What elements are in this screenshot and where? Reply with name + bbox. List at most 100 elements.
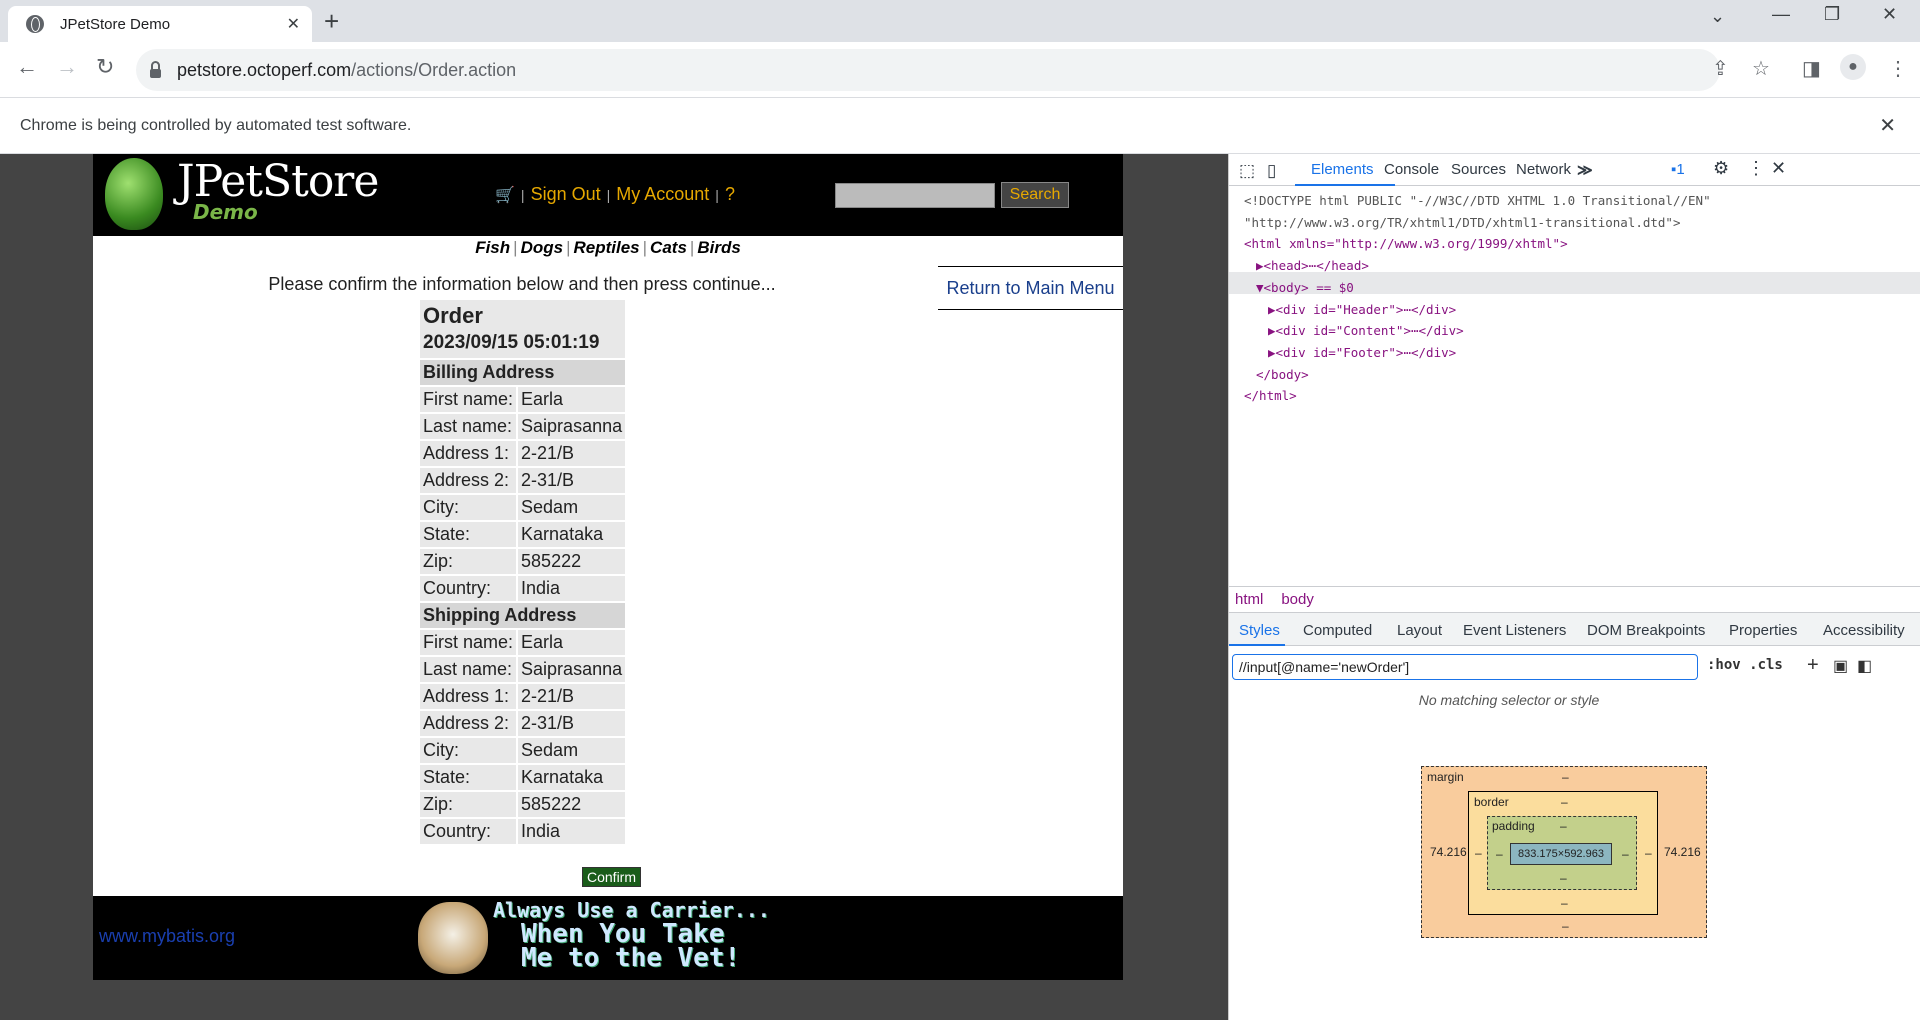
tab-computed[interactable]: Computed <box>1303 622 1372 639</box>
profile-avatar-icon[interactable]: ● <box>1840 54 1866 80</box>
tab-dom-breakpoints[interactable]: DOM Breakpoints <box>1587 622 1705 639</box>
order-field-label: City: <box>420 495 517 520</box>
bookmark-star-icon[interactable]: ☆ <box>1752 56 1770 81</box>
mybatis-link[interactable]: www.mybatis.org <box>99 926 235 947</box>
toggle-sidebar-icon[interactable]: ◧ <box>1857 656 1872 676</box>
padding-top-value: – <box>1560 819 1567 833</box>
dom-node-line[interactable]: ▶<div id="Content">⋯</div> <box>1244 320 1711 342</box>
devtools-menu-icon[interactable]: ⋮ <box>1747 158 1765 179</box>
dom-node-line[interactable]: ▶<div id="Footer">⋯</div> <box>1244 342 1711 364</box>
order-field-value: 2-31/B <box>518 711 626 736</box>
order-field-value: 585222 <box>518 549 626 574</box>
return-main-menu-box: Return to Main Menu <box>938 266 1123 310</box>
restore-icon[interactable]: ❐ <box>1824 4 1840 25</box>
dom-node-line[interactable]: <!DOCTYPE html PUBLIC "-//W3C//DTD XHTML… <box>1244 190 1711 212</box>
tab-properties[interactable]: Properties <box>1729 622 1797 639</box>
border-left-value: – <box>1475 846 1482 860</box>
window-close-icon[interactable]: ✕ <box>1882 4 1897 25</box>
breadcrumb-html[interactable]: html <box>1235 591 1263 608</box>
site-footer: www.mybatis.org Always Use a Carrier... … <box>93 896 1123 980</box>
dom-node-line[interactable]: </html> <box>1244 385 1711 407</box>
new-rule-plus-icon[interactable]: + <box>1807 654 1819 677</box>
breadcrumb-body[interactable]: body <box>1281 591 1314 608</box>
margin-left-value[interactable]: 74.216 <box>1430 845 1467 859</box>
help-link[interactable]: ? <box>725 184 735 205</box>
address-bar[interactable]: petstore.octoperf.com /actions/Order.act… <box>136 49 1720 91</box>
new-tab-icon[interactable]: + <box>324 6 339 37</box>
order-field-value: Sedam <box>518 738 626 763</box>
tab-network[interactable]: Network <box>1516 161 1571 178</box>
border-top-value: – <box>1561 795 1568 809</box>
share-icon[interactable]: ⇪ <box>1712 56 1729 81</box>
dom-node-line[interactable]: ▶<head>⋯</head> <box>1244 255 1711 277</box>
tab-styles[interactable]: Styles <box>1239 622 1280 639</box>
order-row: Address 1: 2-21/B <box>420 441 626 466</box>
minimize-icon[interactable]: — <box>1772 4 1790 25</box>
styles-filter-input[interactable]: //input[@name='newOrder'] <box>1232 654 1698 680</box>
order-field-label: First name: <box>420 630 517 655</box>
billing-address-heading: Billing Address <box>420 360 626 385</box>
tab-console[interactable]: Console <box>1384 161 1439 178</box>
category-link-reptiles[interactable]: Reptiles <box>573 238 639 257</box>
order-row: Address 2: 2-31/B <box>420 711 626 736</box>
search-input[interactable] <box>835 183 995 208</box>
order-table: Order 2023/09/15 05:01:19 Billing Address… <box>418 298 627 846</box>
sign-out-link[interactable]: Sign Out <box>531 184 601 205</box>
order-field-label: Last name: <box>420 657 517 682</box>
infobar-close-icon[interactable]: ✕ <box>1879 113 1896 138</box>
order-row: Address 2: 2-31/B <box>420 468 626 493</box>
forward-icon[interactable]: → <box>56 54 78 80</box>
tab-event-listeners[interactable]: Event Listeners <box>1463 622 1566 639</box>
jpetstore-page: JPetStore Demo 🛒 | Sign Out | My Account… <box>93 154 1123 980</box>
styles-tabbar: Styles Computed Layout Event Listeners D… <box>1229 612 1920 646</box>
border-label: border <box>1474 795 1509 809</box>
inspect-element-icon[interactable]: ⬚ <box>1239 161 1255 181</box>
category-link-birds[interactable]: Birds <box>697 238 740 257</box>
tab-close-icon[interactable]: ✕ <box>287 14 300 34</box>
menu-kebab-icon[interactable]: ⋮ <box>1888 56 1908 81</box>
settings-gear-icon[interactable]: ⚙ <box>1713 158 1729 179</box>
hov-cls-toggles[interactable]: :hov .cls <box>1707 657 1783 673</box>
category-link-dogs[interactable]: Dogs <box>521 238 564 257</box>
elements-tree[interactable]: <!DOCTYPE html PUBLIC "-//W3C//DTD XHTML… <box>1244 190 1711 407</box>
order-field-label: City: <box>420 738 517 763</box>
cart-icon[interactable]: 🛒 <box>495 185 515 205</box>
return-main-menu-link[interactable]: Return to Main Menu <box>946 278 1114 299</box>
more-tabs-icon[interactable]: ≫ <box>1577 161 1593 179</box>
dom-node-line[interactable]: ▶<div id="Header">⋯</div> <box>1244 299 1711 321</box>
category-link-fish[interactable]: Fish <box>475 238 510 257</box>
order-field-label: Address 1: <box>420 441 517 466</box>
confirm-button[interactable]: Confirm <box>582 867 642 887</box>
devtools-tabbar: ⬚ ▯ Elements Console Sources Network ≫ ▪… <box>1229 154 1920 186</box>
tab-search-chevron-icon[interactable]: ⌄ <box>1710 6 1725 27</box>
dom-node-line[interactable]: ▼<body> == $0 <box>1244 277 1711 299</box>
reload-icon[interactable]: ↻ <box>96 54 114 80</box>
tab-accessibility[interactable]: Accessibility <box>1823 622 1905 639</box>
browser-tab[interactable]: JPetStore Demo ✕ <box>8 6 312 42</box>
search-button[interactable]: Search <box>1001 182 1069 208</box>
site-header: JPetStore Demo 🛒 | Sign Out | My Account… <box>93 154 1123 236</box>
dom-node-line[interactable]: </body> <box>1244 364 1711 386</box>
category-link-cats[interactable]: Cats <box>650 238 687 257</box>
dom-node-line[interactable]: "http://www.w3.org/TR/xhtml1/DTD/xhtml1-… <box>1244 212 1711 234</box>
paint-brush-icon[interactable]: ▣ <box>1833 656 1848 676</box>
order-row: Country: India <box>420 576 626 601</box>
issues-badge[interactable]: ▪1 <box>1671 161 1685 178</box>
dom-node-line[interactable]: <html xmlns="http://www.w3.org/1999/xhtm… <box>1244 233 1711 255</box>
side-panel-icon[interactable]: ◨ <box>1802 56 1821 81</box>
tab-layout[interactable]: Layout <box>1397 622 1442 639</box>
margin-right-value[interactable]: 74.216 <box>1664 845 1701 859</box>
device-toolbar-icon[interactable]: ▯ <box>1267 161 1276 181</box>
margin-top-value: – <box>1562 770 1569 784</box>
border-bottom-value: – <box>1561 896 1568 910</box>
order-row: Last name: Saiprasanna <box>420 414 626 439</box>
my-account-link[interactable]: My Account <box>616 184 709 205</box>
devtools-close-icon[interactable]: ✕ <box>1771 158 1786 179</box>
tab-sources[interactable]: Sources <box>1451 161 1506 178</box>
back-icon[interactable]: ← <box>16 54 38 80</box>
content-size[interactable]: 833.175×592.963 <box>1510 843 1612 865</box>
url-path: /actions/Order.action <box>351 59 517 80</box>
parrot-logo-icon[interactable] <box>105 158 163 230</box>
order-heading: Order 2023/09/15 05:01:19 <box>420 300 626 358</box>
tab-elements[interactable]: Elements <box>1311 161 1374 178</box>
